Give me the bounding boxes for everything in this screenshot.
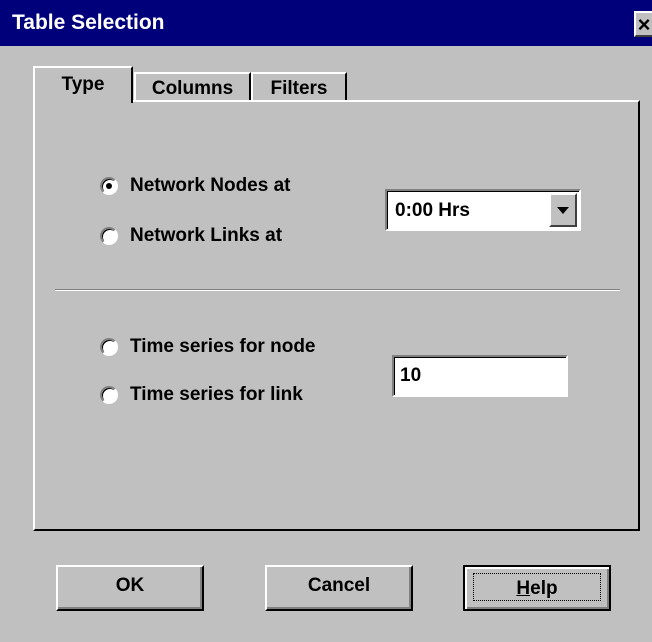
- ok-button[interactable]: OK: [56, 565, 204, 611]
- focus-indicator: Help: [473, 573, 601, 601]
- radio-icon: [100, 338, 118, 356]
- time-period-dropdown[interactable]: 0:00 Hrs: [385, 189, 581, 231]
- help-mnemonic: H: [516, 578, 531, 599]
- radio-network-links[interactable]: Network Links at: [100, 225, 282, 247]
- help-label-rest: elp: [530, 578, 558, 599]
- radio-icon: [100, 227, 118, 245]
- chevron-down-icon: [557, 207, 569, 214]
- tab-type[interactable]: Type: [33, 66, 133, 103]
- radio-network-nodes-label: Network Nodes at: [130, 175, 291, 196]
- help-button[interactable]: Help: [463, 565, 611, 611]
- close-icon: ×: [637, 12, 651, 37]
- radio-time-series-link[interactable]: Time series for link: [100, 384, 303, 406]
- object-id-input[interactable]: 10: [392, 355, 568, 397]
- title-bar: Table Selection ×: [0, 0, 652, 46]
- radio-time-series-node-label: Time series for node: [130, 336, 316, 357]
- cancel-button[interactable]: Cancel: [265, 565, 413, 611]
- close-button[interactable]: ×: [634, 11, 652, 37]
- radio-network-links-label: Network Links at: [130, 225, 283, 246]
- window-title: Table Selection: [12, 11, 165, 34]
- tab-panel: [33, 100, 640, 531]
- radio-time-series-node[interactable]: Time series for node: [100, 336, 316, 358]
- section-divider: [55, 289, 620, 291]
- tab-filters-label: Filters: [270, 78, 328, 99]
- tab-filters[interactable]: Filters: [251, 72, 347, 102]
- radio-time-series-link-label: Time series for link: [130, 384, 303, 405]
- radio-network-nodes[interactable]: Network Nodes at: [100, 175, 290, 197]
- time-period-value: 0:00 Hrs: [395, 200, 470, 221]
- radio-icon: [100, 386, 118, 404]
- dropdown-button[interactable]: [549, 193, 577, 227]
- tab-type-label: Type: [61, 74, 105, 95]
- tab-columns-label: Columns: [151, 78, 234, 99]
- radio-selected-icon: [100, 177, 118, 195]
- tab-columns[interactable]: Columns: [134, 72, 251, 102]
